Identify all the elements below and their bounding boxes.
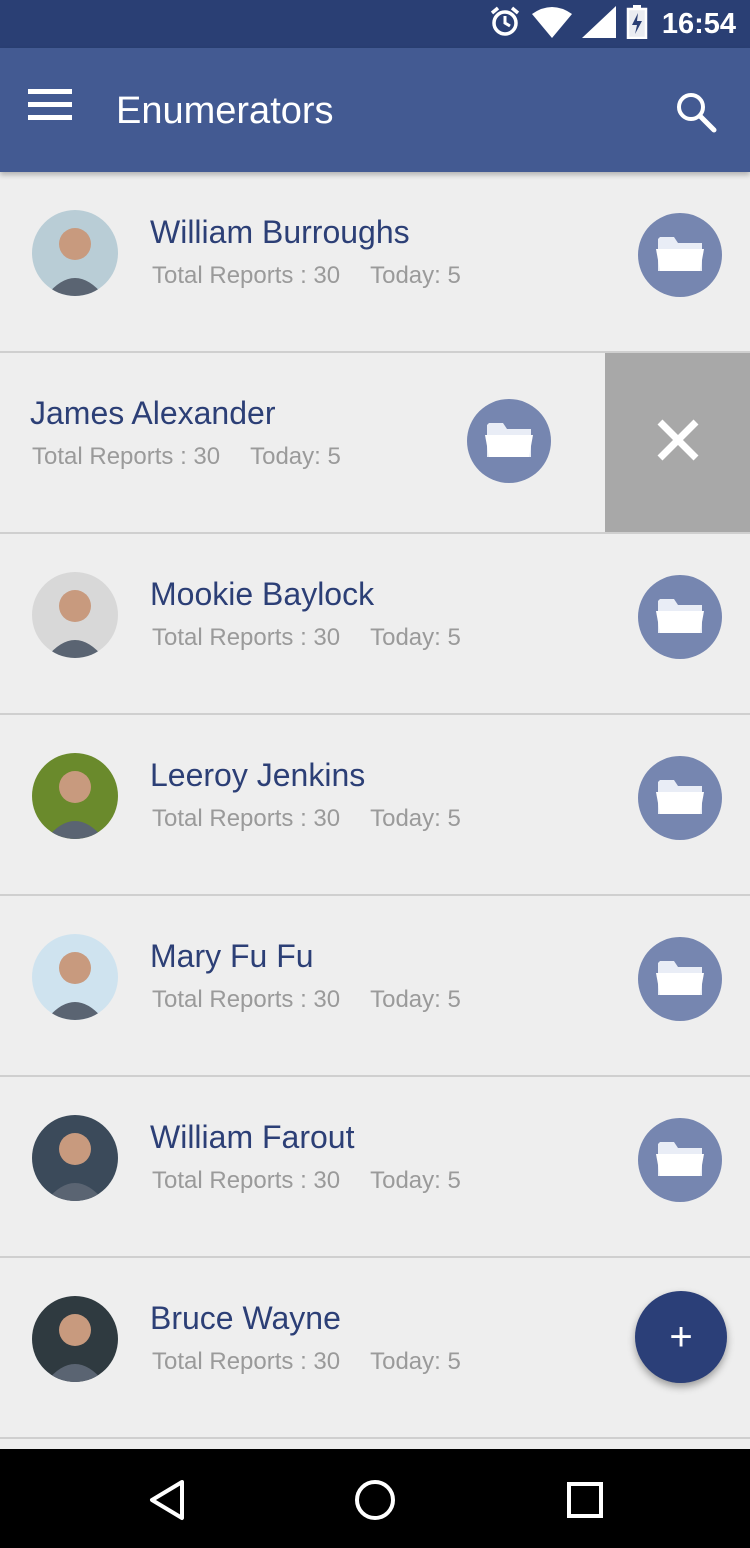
- open-reports-button[interactable]: [638, 756, 722, 840]
- list-item[interactable]: Mookie Baylock Total Reports : 30 Today: …: [0, 534, 750, 715]
- enumerator-name: Mary Fu Fu: [150, 938, 314, 974]
- today-count: Today: 5: [250, 443, 341, 470]
- list-item[interactable]: William Farout Total Reports : 30 Today: …: [0, 1077, 750, 1258]
- enumerator-stats: Total Reports : 30 Today: 5: [152, 1167, 461, 1195]
- folder-icon: [654, 595, 706, 640]
- battery-charging-icon: [626, 4, 648, 44]
- status-time: 16:54: [661, 7, 736, 40]
- home-circle-icon: [350, 1480, 400, 1529]
- delete-button[interactable]: [605, 353, 750, 532]
- list-item[interactable]: James Alexander Total Reports : 30 Today:…: [0, 353, 750, 534]
- enumerator-stats: Total Reports : 30 Today: 5: [152, 1348, 461, 1376]
- list-item[interactable]: William Burroughs Total Reports : 30 Toda…: [0, 172, 750, 353]
- folder-icon: [654, 776, 706, 821]
- total-reports: Total Reports : 30: [152, 1348, 341, 1375]
- total-reports: Total Reports : 30: [152, 262, 341, 289]
- app-bar: Enumerators: [0, 48, 750, 172]
- recents-square-icon: [560, 1482, 610, 1529]
- status-bar: 16:54: [0, 0, 750, 48]
- system-nav-bar: [0, 1449, 750, 1548]
- open-reports-button[interactable]: [467, 399, 551, 483]
- open-reports-button[interactable]: [638, 1118, 722, 1202]
- avatar: [32, 1296, 118, 1382]
- back-button[interactable]: [144, 1475, 194, 1525]
- total-reports: Total Reports : 30: [152, 624, 341, 651]
- search-button[interactable]: [674, 90, 722, 138]
- today-count: Today: 5: [370, 1348, 461, 1375]
- folder-icon: [654, 233, 706, 278]
- recents-button[interactable]: [560, 1475, 610, 1525]
- folder-icon: [654, 957, 706, 1002]
- status-icons: 16:54: [488, 4, 736, 44]
- enumerator-stats: Total Reports : 30 Today: 5: [152, 986, 461, 1014]
- open-reports-button[interactable]: [638, 937, 722, 1021]
- total-reports: Total Reports : 30: [152, 986, 341, 1013]
- enumerator-name: Leeroy Jenkins: [150, 757, 366, 793]
- folder-icon: [654, 1138, 706, 1183]
- add-enumerator-button[interactable]: +: [635, 1291, 727, 1383]
- back-triangle-icon: [144, 1480, 194, 1529]
- today-count: Today: 5: [370, 1167, 461, 1194]
- avatar: [32, 753, 118, 839]
- today-count: Today: 5: [370, 986, 461, 1013]
- enumerator-list: William Burroughs Total Reports : 30 Toda…: [0, 172, 750, 1439]
- total-reports: Total Reports : 30: [152, 1167, 341, 1194]
- enumerator-stats: Total Reports : 30 Today: 5: [152, 624, 461, 652]
- today-count: Today: 5: [370, 262, 461, 289]
- hamburger-menu-icon: [28, 89, 72, 126]
- enumerator-name: Mookie Baylock: [150, 576, 375, 612]
- list-item[interactable]: Leeroy Jenkins Total Reports : 30 Today: …: [0, 715, 750, 896]
- home-button[interactable]: [350, 1475, 400, 1525]
- today-count: Today: 5: [370, 805, 461, 832]
- avatar: [32, 210, 118, 296]
- enumerator-stats: Total Reports : 30 Today: 5: [32, 443, 341, 471]
- enumerator-name: William Farout: [150, 1119, 355, 1155]
- total-reports: Total Reports : 30: [152, 805, 341, 832]
- enumerator-name: James Alexander: [30, 395, 276, 431]
- today-count: Today: 5: [370, 624, 461, 651]
- folder-icon: [483, 419, 535, 464]
- avatar: [32, 572, 118, 658]
- signal-icon: [581, 5, 616, 43]
- open-reports-button[interactable]: [638, 575, 722, 659]
- avatar: [32, 934, 118, 1020]
- wifi-icon: [531, 6, 572, 43]
- alarm-icon: [488, 5, 522, 44]
- enumerator-stats: Total Reports : 30 Today: 5: [152, 805, 461, 833]
- enumerator-stats: Total Reports : 30 Today: 5: [152, 262, 461, 290]
- open-reports-button[interactable]: [638, 213, 722, 297]
- page-title: Enumerators: [116, 90, 334, 132]
- close-icon: [654, 416, 702, 469]
- search-icon: [674, 93, 718, 138]
- total-reports: Total Reports : 30: [32, 443, 221, 470]
- enumerator-name: William Burroughs: [150, 214, 410, 250]
- avatar: [32, 1115, 118, 1201]
- menu-button[interactable]: [28, 88, 86, 132]
- list-item[interactable]: Mary Fu Fu Total Reports : 30 Today: 5: [0, 896, 750, 1077]
- enumerator-name: Bruce Wayne: [150, 1300, 341, 1336]
